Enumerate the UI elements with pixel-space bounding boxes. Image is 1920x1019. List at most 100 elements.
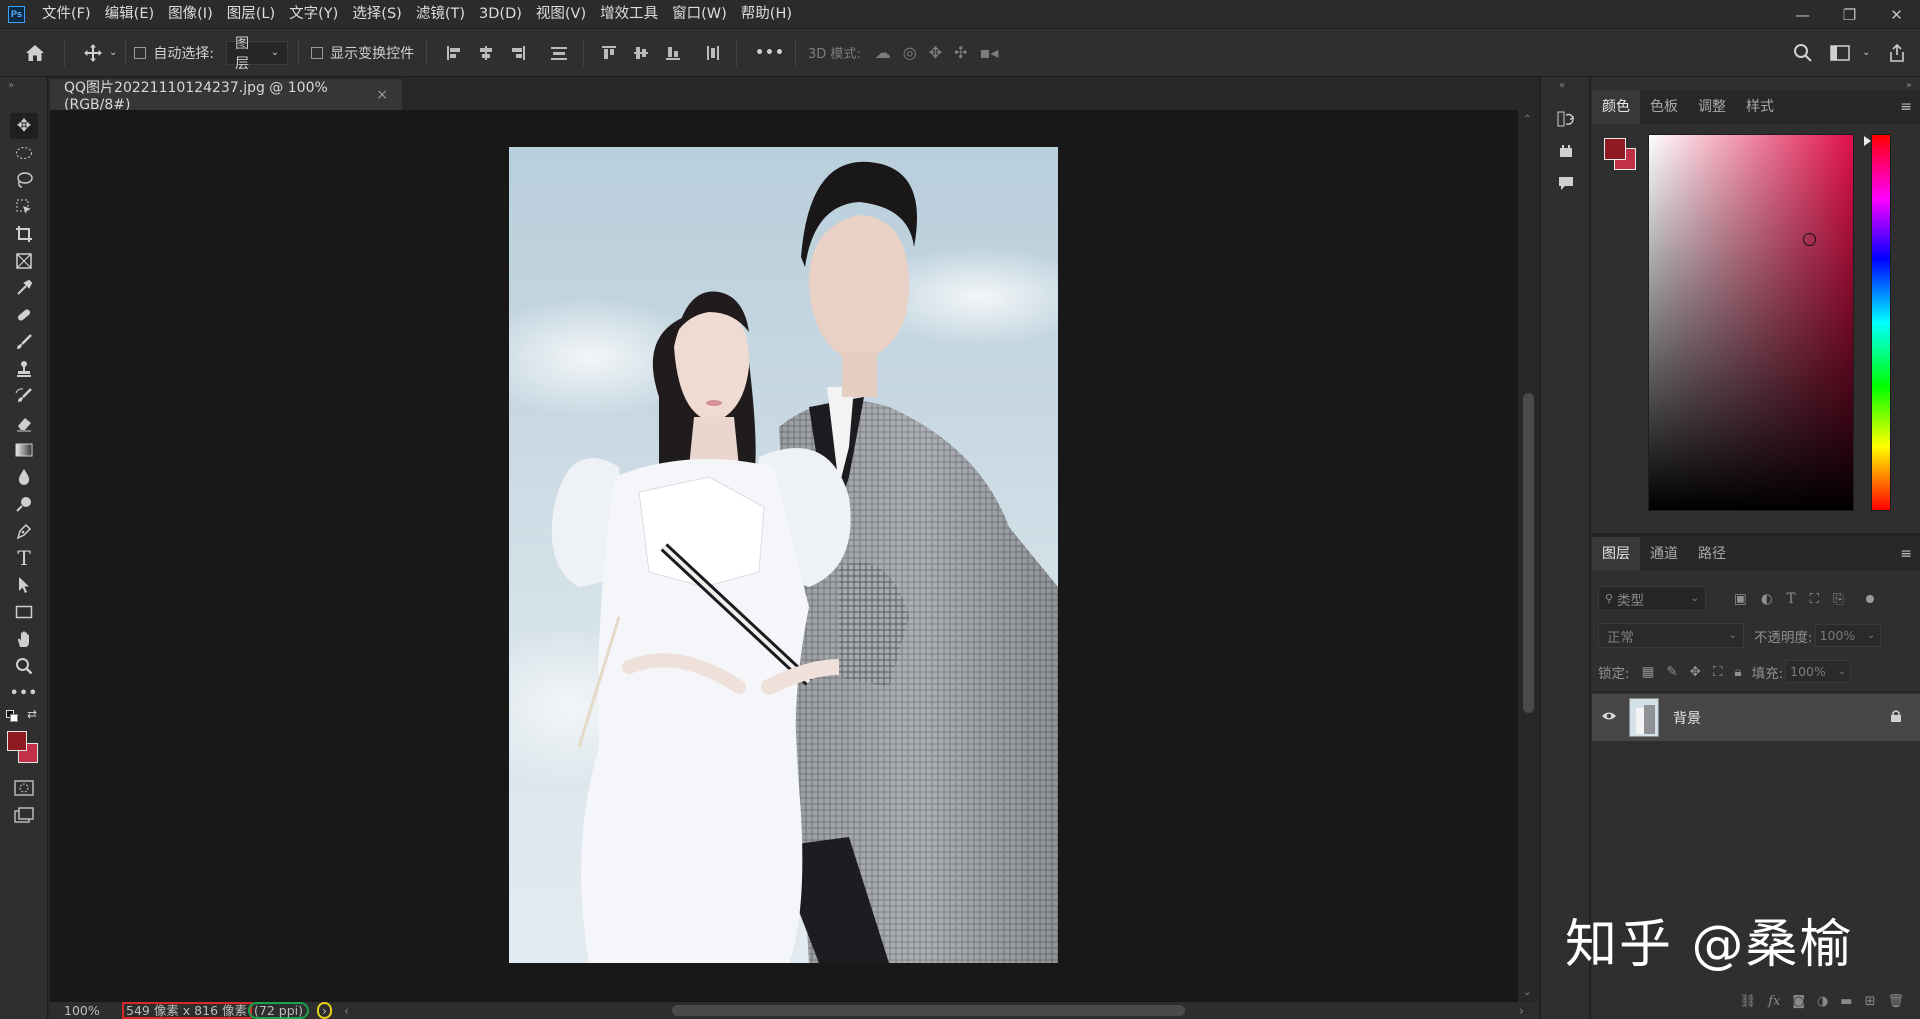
shape-filter-icon[interactable]: ⛶	[1810, 591, 1819, 607]
show-transform-checkbox[interactable]	[311, 46, 324, 59]
image-filter-icon[interactable]: ▣	[1734, 591, 1747, 607]
align-bottom-icon[interactable]	[664, 41, 682, 65]
lock-position-icon[interactable]: ✥	[1690, 664, 1701, 680]
lock-all-icon[interactable]: 🔒︎	[1734, 664, 1741, 680]
lock-transparent-icon[interactable]: ▦	[1642, 664, 1655, 680]
distribute-icon[interactable]	[549, 41, 569, 65]
lock-icon[interactable]	[1890, 709, 1902, 727]
slide-3d-icon[interactable]: ✣	[954, 41, 967, 65]
document-size-box[interactable]: 549 像素 x 816 像素	[122, 1002, 252, 1019]
menu-item[interactable]: 增效工具	[593, 0, 665, 29]
eyedropper-tool-icon[interactable]	[10, 275, 38, 301]
adjustment-layer-icon[interactable]: ◑	[1817, 994, 1828, 1009]
tab-styles[interactable]: 样式	[1736, 90, 1784, 124]
collapse-icon[interactable]: «	[1559, 80, 1565, 91]
distribute-vertical-icon[interactable]	[704, 41, 722, 65]
menu-item[interactable]: 编辑(E)	[98, 0, 161, 29]
history-brush-tool-icon[interactable]	[10, 383, 38, 409]
tab-channels[interactable]: 通道	[1640, 537, 1688, 571]
blend-mode-dropdown[interactable]: 正常 ⌄	[1598, 623, 1744, 648]
chevron-down-icon[interactable]: ⌄	[109, 41, 117, 65]
filter-toggle[interactable]	[1865, 594, 1874, 603]
clone-stamp-tool-icon[interactable]	[10, 356, 38, 382]
object-selection-tool-icon[interactable]	[10, 194, 38, 220]
scroll-down-icon[interactable]: ⌄	[1523, 987, 1531, 998]
layer-row[interactable]: 背景	[1592, 694, 1920, 741]
collapse-icon[interactable]: »	[8, 80, 14, 91]
menu-item[interactable]: 滤镜(T)	[409, 0, 472, 29]
color-panel-foreground[interactable]	[1604, 138, 1626, 160]
menu-item[interactable]: 视图(V)	[529, 0, 593, 29]
workspace-icon[interactable]	[1830, 41, 1850, 65]
healing-brush-tool-icon[interactable]	[10, 302, 38, 328]
menu-item[interactable]: 帮助(H)	[734, 0, 799, 29]
menu-item[interactable]: 文字(Y)	[282, 0, 345, 29]
type-filter-icon[interactable]: T	[1787, 591, 1796, 607]
minimize-button[interactable]: —	[1779, 0, 1826, 29]
scroll-left-icon[interactable]: ‹	[344, 1003, 349, 1018]
swap-colors-icon[interactable]: ⇄	[27, 707, 37, 721]
smart-object-filter-icon[interactable]: ⎘	[1833, 591, 1844, 607]
document-image[interactable]	[509, 147, 1058, 963]
foreground-color-swatch[interactable]	[7, 731, 27, 751]
layer-name[interactable]: 背景	[1673, 708, 1701, 728]
adjustment-filter-icon[interactable]: ◐	[1761, 591, 1773, 607]
tab-layers[interactable]: 图层	[1592, 537, 1640, 571]
brush-tool-icon[interactable]	[10, 329, 38, 355]
gradient-tool-icon[interactable]	[10, 437, 38, 463]
align-top-icon[interactable]	[600, 41, 618, 65]
move-tool-icon[interactable]	[83, 41, 103, 65]
color-saturation-field[interactable]	[1648, 134, 1854, 511]
rectangle-tool-icon[interactable]	[10, 599, 38, 625]
vertical-scroll-thumb[interactable]	[1523, 393, 1534, 713]
type-tool-icon[interactable]: T	[10, 545, 38, 571]
tab-paths[interactable]: 路径	[1688, 537, 1736, 571]
align-left-icon[interactable]	[445, 41, 463, 65]
search-icon[interactable]	[1793, 41, 1813, 65]
hue-slider[interactable]	[1871, 134, 1891, 511]
tab-adjustments[interactable]: 调整	[1688, 90, 1736, 124]
share-icon[interactable]	[1888, 41, 1906, 65]
path-selection-tool-icon[interactable]	[10, 572, 38, 598]
layer-style-icon[interactable]: fx	[1768, 994, 1780, 1009]
align-center-h-icon[interactable]	[477, 41, 495, 65]
delete-layer-icon[interactable]: 🗑︎	[1887, 994, 1904, 1009]
tab-swatches[interactable]: 色板	[1640, 90, 1688, 124]
zoom-tool-icon[interactable]	[10, 653, 38, 679]
color-picker-cursor[interactable]	[1803, 233, 1816, 246]
comments-panel-icon[interactable]	[1554, 171, 1578, 195]
blur-tool-icon[interactable]	[10, 464, 38, 490]
menu-item[interactable]: 窗口(W)	[665, 0, 734, 29]
screen-mode-icon[interactable]	[10, 802, 38, 828]
link-layers-icon[interactable]: ⛓	[1740, 994, 1757, 1009]
new-layer-icon[interactable]: ⊞	[1865, 994, 1876, 1009]
layer-filter-dropdown[interactable]: ⚲ 类型 ⌄	[1598, 586, 1706, 611]
status-menu-arrow[interactable]: ›	[316, 1002, 332, 1019]
eye-icon[interactable]	[1601, 710, 1621, 726]
auto-select-dropdown[interactable]: 图层 ⌄	[226, 36, 289, 72]
crop-tool-icon[interactable]	[10, 221, 38, 247]
menu-item[interactable]: 文件(F)	[35, 0, 98, 29]
move-tool-icon[interactable]: ✥	[10, 113, 38, 139]
panel-menu-icon[interactable]: ≡	[1900, 99, 1912, 115]
menu-item[interactable]: 图像(I)	[161, 0, 220, 29]
scroll-right-icon[interactable]: ›	[1519, 1003, 1524, 1018]
fill-input[interactable]: 100% ⌄	[1785, 660, 1852, 683]
chevron-down-icon[interactable]: ⌄	[1862, 41, 1870, 65]
vertical-scrollbar[interactable]: ⌃ ⌄	[1518, 110, 1538, 1002]
orbit-3d-icon[interactable]: ☁	[875, 41, 891, 65]
lock-image-icon[interactable]: ✎	[1666, 664, 1677, 680]
hand-tool-icon[interactable]	[10, 626, 38, 652]
marquee-tool-icon[interactable]	[10, 140, 38, 166]
align-middle-v-icon[interactable]	[632, 41, 650, 65]
more-options-button[interactable]: •••	[755, 45, 785, 61]
auto-select-checkbox[interactable]	[134, 46, 147, 59]
menu-item[interactable]: 3D(D)	[472, 0, 529, 29]
edit-toolbar-icon[interactable]: •••	[10, 680, 38, 706]
restore-button[interactable]: ❐	[1826, 0, 1873, 29]
new-group-icon[interactable]: ▬	[1840, 994, 1852, 1009]
frame-tool-icon[interactable]	[10, 248, 38, 274]
scale-3d-icon[interactable]: ▪◂	[980, 41, 999, 65]
menu-item[interactable]: 选择(S)	[345, 0, 409, 29]
menu-item[interactable]: 图层(L)	[220, 0, 282, 29]
